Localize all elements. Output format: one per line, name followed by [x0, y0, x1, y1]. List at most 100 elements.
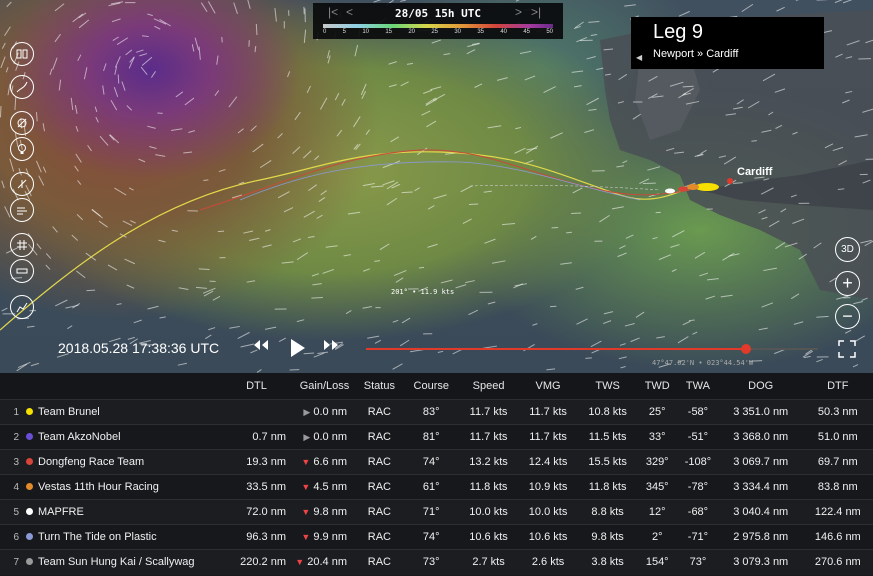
loss-arrow-icon: ▼: [301, 532, 311, 542]
zoom-in-icon[interactable]: +: [835, 271, 860, 296]
boat-mapfre: [665, 188, 675, 194]
col-course[interactable]: Course: [403, 373, 459, 400]
dtl-value: 33.5 nm: [246, 481, 286, 493]
dtf-value: 51.0 nm: [817, 431, 858, 443]
compass-icon[interactable]: [10, 172, 34, 196]
col-status[interactable]: Status: [355, 373, 404, 400]
twa-value: -71°: [687, 531, 709, 543]
team-color-dot: [21, 425, 37, 450]
gain-value: 6.6 nm: [313, 456, 347, 468]
grid-icon[interactable]: [10, 233, 34, 257]
twa-value: -78°: [687, 481, 709, 493]
table-row[interactable]: 1 Team Brunel ▶ 0.0 nm RAC 83° 11.7 kts 11.7 k…: [0, 399, 873, 425]
team-color-dot: [21, 475, 37, 500]
playback-datetime: 2018.05.28 17:38:36 UTC: [58, 340, 220, 356]
leaderboard-table: DTL Gain/Loss Status Course Speed VMG TW…: [0, 373, 873, 576]
graph-icon[interactable]: [10, 295, 34, 319]
dtf-value: 146.6 nm: [814, 531, 861, 543]
collapse-arrow-icon[interactable]: ◀: [636, 53, 642, 62]
tws-value: 10.8 kts: [588, 406, 627, 418]
tws-value: 15.5 kts: [588, 456, 627, 468]
team-name[interactable]: Turn The Tide on Plastic: [37, 525, 219, 550]
dtf-value: 50.3 nm: [817, 406, 858, 418]
timeline-handle[interactable]: [740, 344, 751, 354]
twd-value: 345°: [645, 481, 669, 493]
twd-value: 12°: [648, 506, 666, 518]
fast-forward-icon[interactable]: [322, 337, 340, 358]
rank: 4: [13, 481, 19, 493]
bulb-icon[interactable]: [10, 137, 34, 161]
scale-tick: 0: [323, 29, 327, 35]
rank: 2: [13, 431, 19, 443]
gain-value: 0.0 nm: [313, 406, 347, 418]
dtl-value: 96.3 nm: [246, 531, 286, 543]
zoom-out-icon[interactable]: −: [835, 304, 860, 329]
team-name[interactable]: Team Sun Hung Kai / Scallywag: [37, 550, 219, 575]
team-name[interactable]: Vestas 11th Hour Racing: [37, 475, 219, 500]
team-color-dot: [21, 450, 37, 475]
col-tws[interactable]: TWS: [577, 373, 638, 400]
ruler-icon[interactable]: [10, 259, 34, 283]
cardiff-marker: [727, 178, 733, 184]
col-dog[interactable]: DOG: [718, 373, 803, 400]
table-row[interactable]: 4 Vestas 11th Hour Racing 33.5 nm ▼ 4.5 nm R…: [0, 474, 873, 500]
table-row[interactable]: 7 Team Sun Hung Kai / Scallywag 220.2 nm ▼ …: [0, 549, 873, 575]
last-frame-button[interactable]: >|: [531, 5, 541, 19]
route-icon[interactable]: [10, 75, 34, 99]
scale-tick: 50: [546, 29, 553, 35]
table-row[interactable]: 5 MAPFRE 72.0 nm ▼ 9.8 nm RAC 71° 10.0 kts 10.0…: [0, 499, 873, 525]
next-frame-button[interactable]: >: [515, 5, 522, 19]
rewind-icon[interactable]: [252, 337, 270, 358]
status-value: RAC: [367, 481, 391, 493]
loss-arrow-icon: ▼: [295, 557, 305, 568]
col-twa[interactable]: TWA: [677, 373, 719, 400]
team-color-dot: [21, 550, 37, 575]
table-row[interactable]: 6 Turn The Tide on Plastic 96.3 nm ▼ 9.9 nm…: [0, 524, 873, 550]
play-icon[interactable]: [289, 337, 307, 364]
team-name[interactable]: Team AkzoNobel: [37, 425, 219, 450]
gain-value: 4.5 nm: [313, 481, 347, 493]
speed-value: 13.2 kts: [469, 456, 508, 468]
course-value: 71°: [422, 506, 440, 518]
col-speed[interactable]: Speed: [458, 373, 519, 400]
dtf-value: 270.6 nm: [814, 556, 861, 569]
rank: 1: [13, 406, 19, 418]
table-row[interactable]: 3 Dongfeng Race Team 19.3 nm ▼ 6.6 nm RAC 74°…: [0, 449, 873, 475]
fullscreen-icon[interactable]: [838, 340, 856, 363]
twa-value: -51°: [687, 431, 709, 443]
team-color-dot: [21, 500, 37, 525]
col-dtf[interactable]: DTF: [802, 373, 873, 400]
neutral-arrow-icon: ▶: [303, 432, 311, 442]
boat-vestas: [687, 184, 699, 190]
twd-value: 329°: [645, 456, 669, 468]
team-name[interactable]: Dongfeng Race Team: [37, 450, 219, 475]
col-dtl[interactable]: DTL: [219, 373, 294, 400]
wind-scale-ticks: 0 5 10 15 20 25 30 35 40 45 50: [323, 29, 553, 35]
team-name[interactable]: MAPFRE: [37, 500, 219, 525]
book-icon[interactable]: [10, 42, 34, 66]
twd-value: 2°: [651, 531, 663, 543]
table-row[interactable]: 2 Team AkzoNobel 0.7 nm ▶ 0.0 nm RAC 81° 11.7 …: [0, 424, 873, 450]
team-dot: [25, 458, 33, 465]
col-gain-loss[interactable]: Gain/Loss: [294, 373, 355, 400]
scale-tick: 45: [523, 29, 530, 35]
timeline-slider[interactable]: [366, 344, 818, 354]
gain-value: 20.4 nm: [307, 556, 347, 569]
scale-tick: 30: [454, 29, 461, 35]
status-value: RAC: [367, 406, 391, 418]
col-twd[interactable]: TWD: [637, 373, 678, 400]
wind-icon[interactable]: [10, 198, 34, 222]
rank: 7: [13, 556, 19, 568]
speed-value: 11.7 kts: [469, 406, 508, 418]
view-3d-button[interactable]: 3D: [835, 237, 860, 262]
team-dot: [25, 433, 33, 440]
layers-icon[interactable]: [10, 111, 34, 135]
twd-value: 25°: [648, 406, 666, 418]
vmg-value: 10.0 kts: [528, 506, 568, 518]
team-name[interactable]: Team Brunel: [37, 400, 219, 425]
scale-tick: 20: [408, 29, 415, 35]
vmg-value: 11.7 kts: [529, 431, 567, 443]
col-vmg[interactable]: VMG: [518, 373, 578, 400]
twa-value: -58°: [687, 406, 709, 418]
tws-value: 11.8 kts: [588, 481, 627, 493]
